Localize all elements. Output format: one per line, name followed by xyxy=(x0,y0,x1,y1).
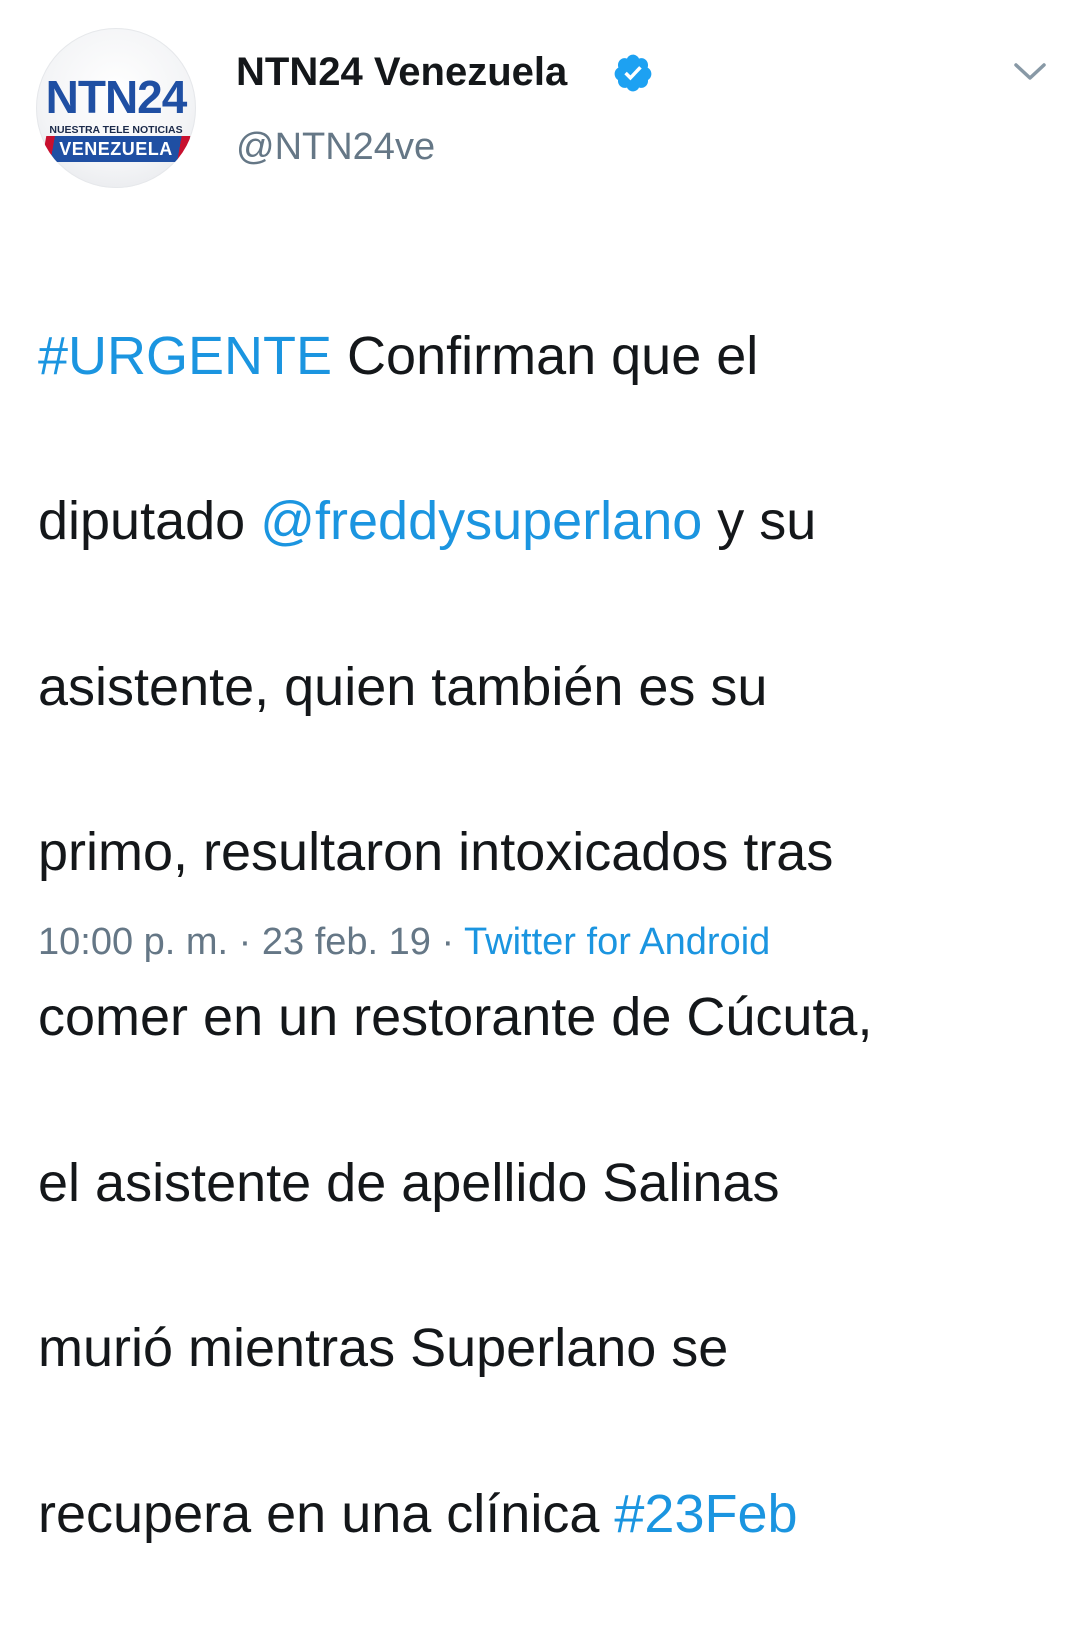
avatar[interactable]: NTN24 NUESTRA TELE NOTICIAS VENEZUELA xyxy=(36,28,196,188)
tweet-text-line: comer en un restorante de Cúcuta, xyxy=(38,976,1058,1059)
avatar-logo-text: NTN24 xyxy=(45,71,188,123)
chevron-down-icon[interactable] xyxy=(1008,56,1052,86)
author-handle[interactable]: @NTN24ve xyxy=(236,124,435,170)
tweet-date[interactable]: 23 feb. 19 xyxy=(262,921,431,963)
tweet-text-line: diputado @freddysuperlano y su xyxy=(38,480,1058,563)
avatar-logo-subtitle: NUESTRA TELE NOTICIAS xyxy=(49,124,183,136)
tweet-text-span: murió mientras Superlano se xyxy=(38,1318,729,1379)
tweet-text-span: asistente, quien también es su xyxy=(38,656,768,717)
tweet-text-line: recupera en una clínica #23Feb xyxy=(38,1473,1058,1556)
tweet-text-line: primo, resultaron intoxicados tras xyxy=(38,811,1058,894)
tweet-text-span: Confirman que el xyxy=(332,325,759,386)
verified-badge-icon xyxy=(614,54,652,92)
tweet-source-link[interactable]: Twitter for Android xyxy=(464,921,770,963)
meta-separator: · xyxy=(430,921,465,963)
tweet-text-line: asistente, quien también es su xyxy=(38,646,1058,729)
tweet-text-span: comer en un restorante de Cúcuta, xyxy=(38,987,873,1048)
tweet-metadata: 10:00 p. m. · 23 feb. 19 · Twitter for A… xyxy=(38,916,770,968)
hashtag-link[interactable]: #URGENTE xyxy=(38,326,332,386)
tweet-text-span: el asistente de apellido Salinas xyxy=(38,1152,780,1213)
tweet-text-span: primo, resultaron intoxicados tras xyxy=(38,821,834,882)
mention-link[interactable]: @freddysuperlano xyxy=(260,491,702,551)
tweet-text-line: #URGENTE Confirman que el xyxy=(38,315,1058,398)
hashtag-link[interactable]: #23Feb xyxy=(614,1484,797,1544)
tweet-text-span: diputado xyxy=(38,491,261,552)
meta-separator: · xyxy=(228,921,262,963)
tweet-card: NTN24 NUESTRA TELE NOTICIAS VENEZUELA NT… xyxy=(0,0,1080,1544)
avatar-logo-band-text: VENEZUELA xyxy=(59,139,173,159)
author-display-name[interactable]: NTN24 Venezuela xyxy=(236,48,567,96)
tweet-text-line: el asistente de apellido Salinas xyxy=(38,1142,1058,1225)
tweet-text-span: y su xyxy=(702,491,817,552)
tweet-time[interactable]: 10:00 p. m. xyxy=(38,921,228,963)
tweet-text-span: recupera en una clínica xyxy=(38,1483,615,1544)
tweet-text-line: murió mientras Superlano se xyxy=(38,1307,1058,1390)
